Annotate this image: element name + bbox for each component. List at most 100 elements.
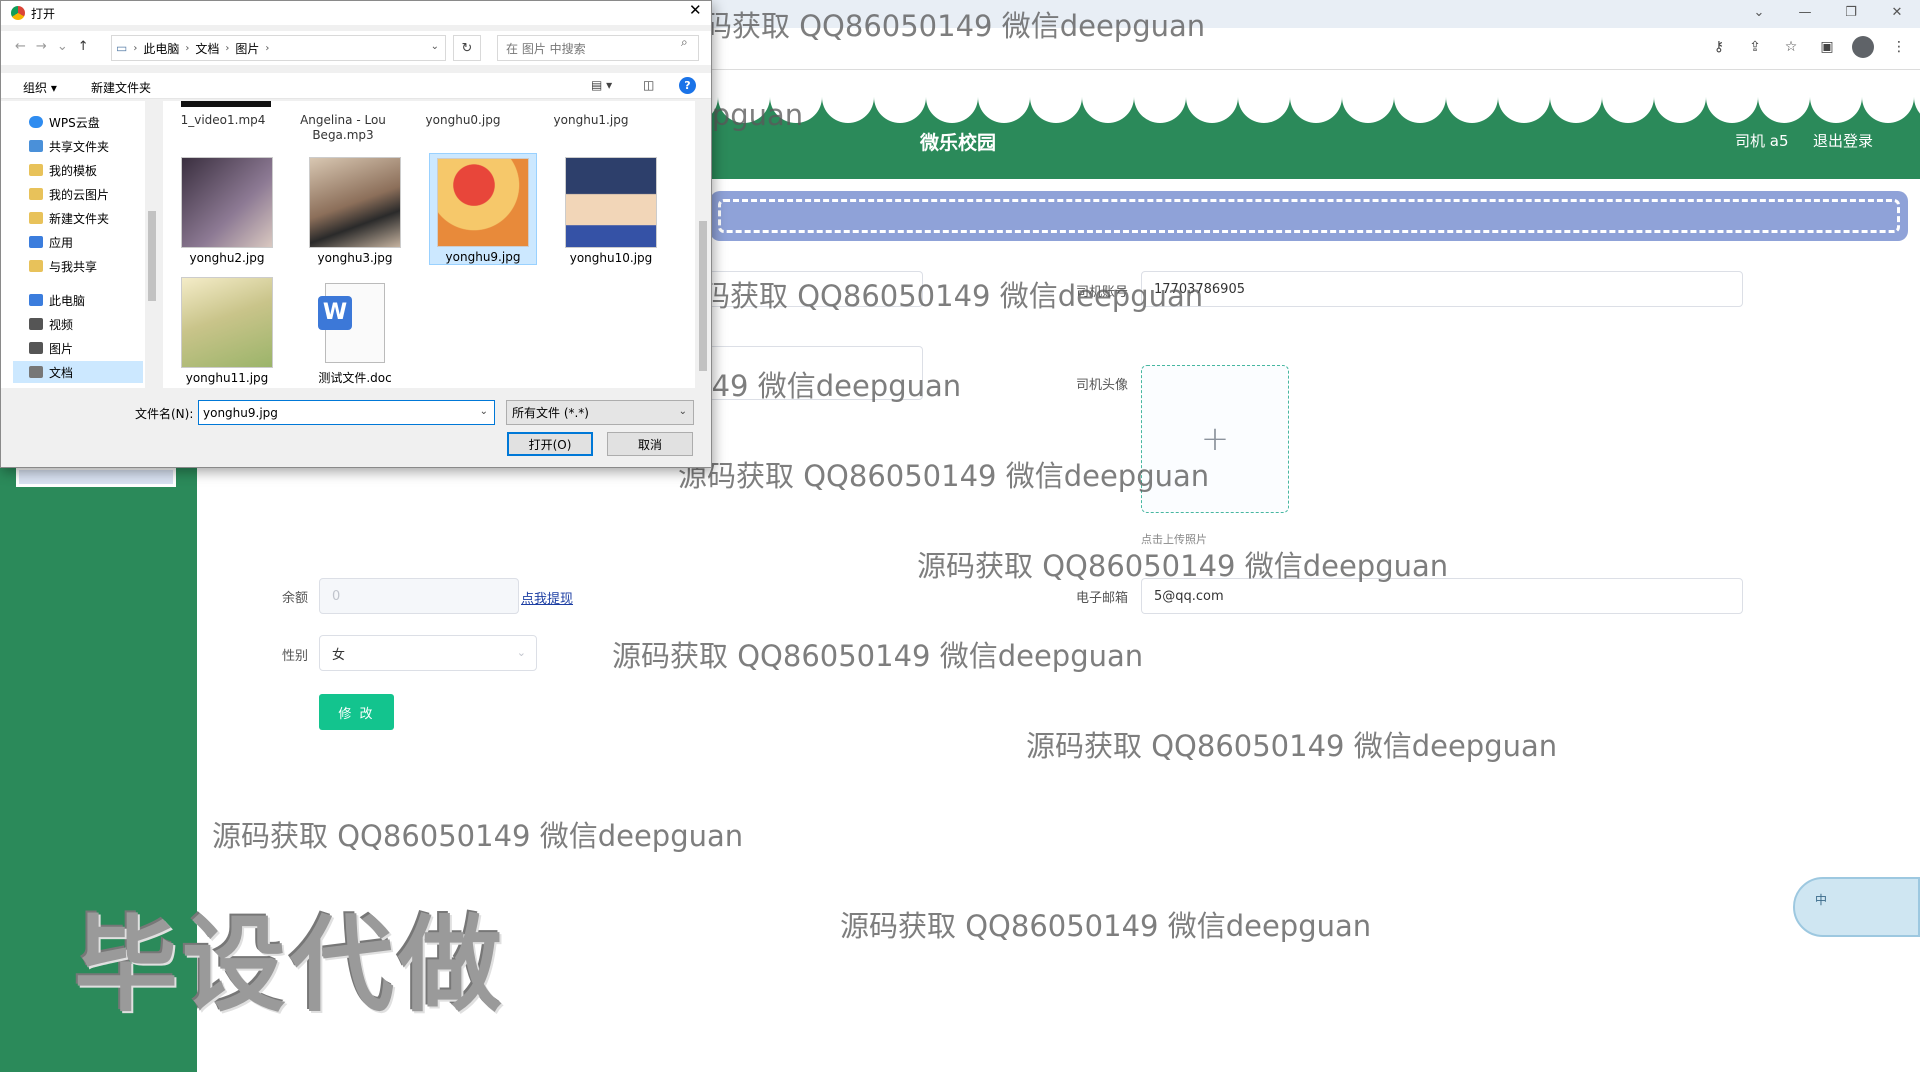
restore-button[interactable]: ❐ xyxy=(1828,0,1874,24)
search-input[interactable]: 在 图片 中搜索 xyxy=(497,35,699,61)
tree-scrollbar[interactable] xyxy=(145,101,159,388)
file-list-scrollbar[interactable] xyxy=(695,101,711,388)
refresh-button[interactable]: ↻ xyxy=(453,35,481,61)
breadcrumb-item[interactable]: 此电脑 xyxy=(143,40,179,57)
key-icon[interactable]: ⚷ xyxy=(1708,36,1730,58)
file-name[interactable]: 1_video1.mp4 xyxy=(163,113,283,127)
email-label: 电子邮箱 xyxy=(1075,591,1128,606)
window-controls: ⌄ — ❐ ✕ xyxy=(1736,0,1920,24)
tree-item-wps[interactable]: WPS云盘 xyxy=(13,111,143,133)
file-tile[interactable]: yonghu3.jpg xyxy=(301,153,409,265)
back-icon[interactable]: ← xyxy=(15,39,26,54)
apps-icon xyxy=(29,236,43,248)
chevron-down-icon: ⌄ xyxy=(516,646,526,659)
tab-search-icon[interactable]: ⌄ xyxy=(1736,0,1782,24)
file-tile[interactable]: yonghu2.jpg xyxy=(173,153,281,265)
tree-item-new-folder[interactable]: 新建文件夹 xyxy=(13,207,143,229)
photo-thumbnail xyxy=(565,157,657,248)
new-folder-button[interactable]: 新建文件夹 xyxy=(91,79,151,96)
folder-icon xyxy=(29,212,43,224)
ime-floating-widget[interactable]: 中 xyxy=(1793,877,1920,937)
photo-thumbnail xyxy=(309,157,401,248)
star-icon[interactable]: ☆ xyxy=(1780,36,1802,58)
tree-item-pictures[interactable]: 图片 xyxy=(13,337,143,359)
chevron-down-icon[interactable]: ⌄ xyxy=(431,41,439,52)
logout-link[interactable]: 退出登录 xyxy=(1813,130,1873,151)
address-bar[interactable]: ▭ › 此电脑 › 文档 › 图片 › ⌄ xyxy=(111,35,446,61)
watermark-text: 源码获取 QQ86050149 微信deepguan xyxy=(212,819,744,853)
avatar-label: 司机头像 xyxy=(1075,378,1128,393)
profile-icon[interactable] xyxy=(1852,36,1874,58)
photo-thumbnail xyxy=(181,277,273,368)
breadcrumb-item[interactable]: 文档 xyxy=(195,40,219,57)
chrome-icon xyxy=(11,6,25,20)
file-name[interactable]: yonghu0.jpg xyxy=(403,113,523,127)
submit-button[interactable]: 修 改 xyxy=(319,694,394,730)
video-thumbnail-edge xyxy=(181,101,271,107)
filename-label: 文件名(N): xyxy=(135,407,194,421)
tree-item-documents[interactable]: 文档 xyxy=(13,361,143,383)
file-name[interactable]: Angelina - Lou Bega.mp3 xyxy=(283,113,403,143)
cancel-button[interactable]: 取消 xyxy=(607,432,693,456)
ime-mode-label: 中 xyxy=(1815,893,1828,907)
cloud-icon xyxy=(29,116,43,128)
balance-field: 0 xyxy=(319,578,519,614)
minimize-button[interactable]: — xyxy=(1782,0,1828,24)
file-tile[interactable]: W 测试文件.doc xyxy=(301,273,409,385)
tree-item-templates[interactable]: 我的模板 xyxy=(13,159,143,181)
filename-input[interactable]: yonghu9.jpg ⌄ xyxy=(198,400,495,425)
filetype-select[interactable]: 所有文件 (*.*) ⌄ xyxy=(506,400,694,425)
breadcrumb-item[interactable]: 图片 xyxy=(235,40,259,57)
balance-label: 余额 xyxy=(281,591,308,606)
chevron-down-icon[interactable]: ⌄ xyxy=(679,406,687,417)
up-arrow-icon[interactable]: ↑ xyxy=(78,39,89,54)
big-watermark: 毕设代做 xyxy=(74,904,507,1026)
file-open-dialog: 打开 ✕ ← → ⌄ ↑ ▭ › 此电脑 › 文档 › 图片 › ⌄ ↻ 在 图… xyxy=(0,0,712,468)
account-field[interactable]: 17703786905 xyxy=(1141,271,1743,307)
tree-item-cloud-pics[interactable]: 我的云图片 xyxy=(13,183,143,205)
computer-icon xyxy=(29,294,43,306)
open-button[interactable]: 打开(O) xyxy=(507,432,593,456)
section-banner xyxy=(710,191,1908,241)
banner-dashed-border xyxy=(718,199,1900,233)
navigation-tree: WPS云盘 共享文件夹 我的模板 我的云图片 新建文件夹 应用 与我共享 此电脑… xyxy=(1,101,159,388)
share-icon[interactable]: ⇪ xyxy=(1744,36,1766,58)
current-user-name: 司机 a5 xyxy=(1735,132,1789,150)
file-name[interactable]: yonghu1.jpg xyxy=(531,113,651,127)
tree-item-this-pc[interactable]: 此电脑 xyxy=(13,289,143,311)
file-tile[interactable]: yonghu10.jpg xyxy=(557,153,665,265)
file-tile[interactable]: yonghu11.jpg xyxy=(173,273,281,385)
tree-item-apps[interactable]: 应用 xyxy=(13,231,143,253)
word-doc-icon: W xyxy=(309,277,401,368)
photo-thumbnail xyxy=(437,158,529,247)
file-list: 1_video1.mp4 Angelina - Lou Bega.mp3 yon… xyxy=(163,101,695,388)
document-icon xyxy=(29,366,43,378)
withdraw-link[interactable]: 点我提现 xyxy=(521,588,573,607)
gender-label: 性别 xyxy=(281,649,308,664)
dialog-nav-bar: ← → ⌄ ↑ ▭ › 此电脑 › 文档 › 图片 › ⌄ ↻ 在 图片 中搜索… xyxy=(1,31,711,65)
preview-pane-icon[interactable]: ◫ xyxy=(643,78,654,92)
chevron-down-icon[interactable]: ⌄ xyxy=(480,406,488,417)
forward-icon[interactable]: → xyxy=(36,39,47,54)
watermark-text: 源码获取 QQ86050149 微信deepguan xyxy=(674,9,1206,43)
sidepanel-icon[interactable]: ▣ xyxy=(1816,36,1838,58)
watermark-text: 源码获取 QQ86050149 微信deepguan xyxy=(1026,729,1558,763)
close-window-button[interactable]: ✕ xyxy=(1874,0,1920,24)
tree-item-videos[interactable]: 视频 xyxy=(13,313,143,335)
watermark-text: 源码获取 QQ86050149 微信deepguan xyxy=(917,549,1449,583)
close-icon[interactable]: ✕ xyxy=(689,1,702,19)
shared-icon xyxy=(29,140,43,152)
gender-value: 女 xyxy=(332,647,346,663)
sidebar-active-item[interactable] xyxy=(16,467,176,487)
tree-item-shared[interactable]: 共享文件夹 xyxy=(13,135,143,157)
menu-icon[interactable]: ⋮ xyxy=(1888,36,1910,58)
organize-menu[interactable]: 组织 ▾ xyxy=(23,79,57,96)
help-icon[interactable]: ? xyxy=(679,77,696,94)
tree-item-shared-with-me[interactable]: 与我共享 xyxy=(13,255,143,277)
recent-dropdown-icon[interactable]: ⌄ xyxy=(57,39,68,54)
video-icon xyxy=(29,318,43,330)
file-tile-selected[interactable]: yonghu9.jpg xyxy=(429,153,537,265)
view-options-icon[interactable]: ▤ ▾ xyxy=(591,78,612,92)
pc-icon: ▭ xyxy=(116,41,128,55)
gender-select[interactable]: 女 ⌄ xyxy=(319,635,537,671)
